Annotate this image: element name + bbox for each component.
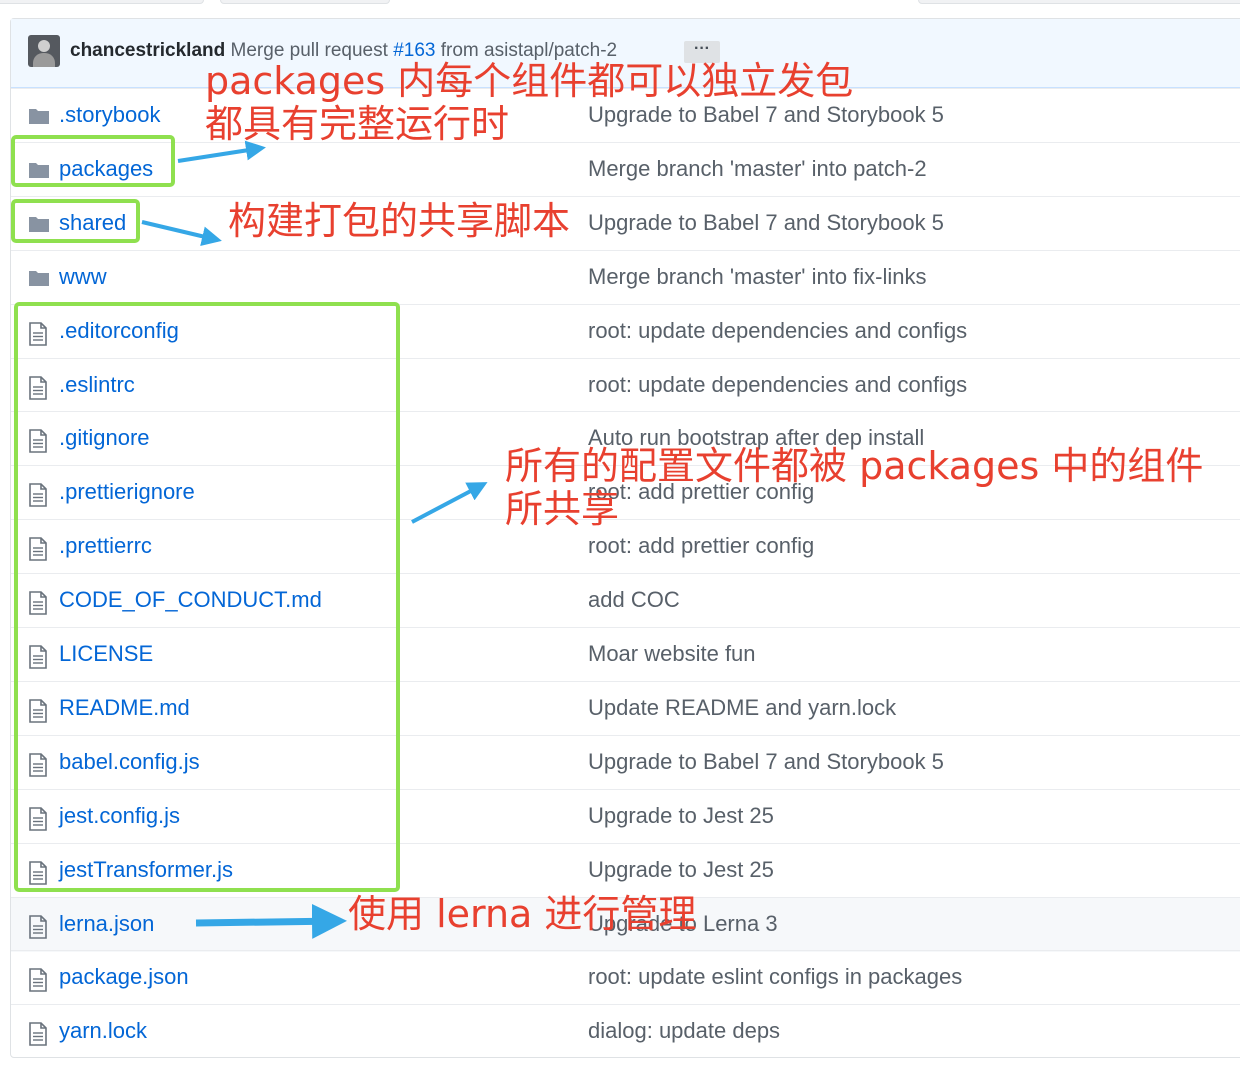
annotation-config-1: 所有的配置文件都被 packages 中的组件 xyxy=(505,444,1204,488)
annotation-packages-1: packages 内每个组件都可以独立发包 xyxy=(205,59,854,103)
arrow-packages xyxy=(177,140,266,163)
annotation-config-2: 所共享 xyxy=(505,487,620,531)
annotation-lerna: 使用 lerna 进行管理 xyxy=(348,892,697,936)
arrow-shared xyxy=(141,220,222,247)
annotation-shared: 构建打包的共享脚本 xyxy=(228,199,571,243)
annotation-packages-2: 都具有完整运行时 xyxy=(205,102,510,146)
arrow-config xyxy=(411,482,488,524)
arrow-lerna xyxy=(195,903,347,939)
